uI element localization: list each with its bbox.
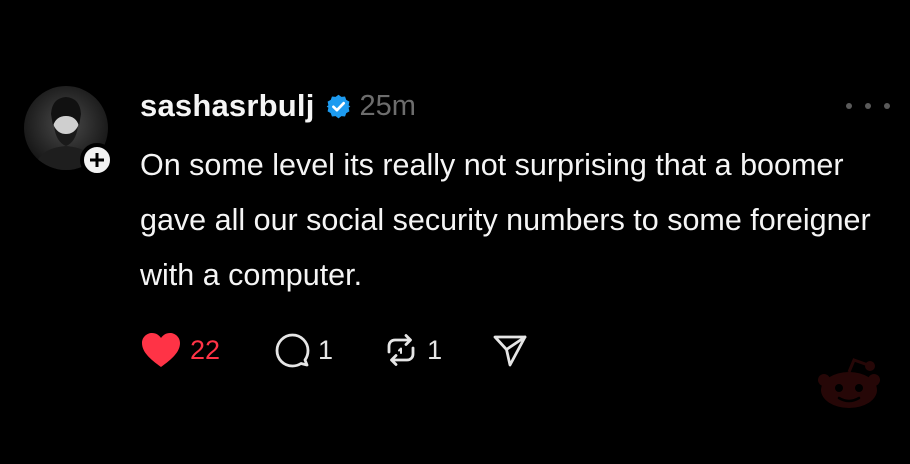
repost-button[interactable]: 1 <box>383 328 442 372</box>
repost-count: 1 <box>427 334 443 365</box>
like-button[interactable]: 22 <box>140 328 220 372</box>
post-text: On some level its really not surprising … <box>140 148 871 292</box>
more-dots-icon <box>846 103 852 109</box>
thread-post: sashasrbulj 25m On some level its really… <box>0 0 910 464</box>
reply-button[interactable]: 1 <box>274 328 333 372</box>
share-icon <box>493 335 527 367</box>
more-dots-icon <box>884 103 890 109</box>
follow-plus-button[interactable] <box>80 143 114 177</box>
plus-icon <box>90 153 104 167</box>
reply-icon <box>275 333 310 368</box>
verified-badge-icon <box>326 94 350 118</box>
like-count: 22 <box>190 334 221 365</box>
repost-icon <box>387 334 415 366</box>
reply-count: 1 <box>318 334 334 365</box>
action-bar: 22 1 1 <box>140 328 528 372</box>
reddit-watermark-icon <box>818 358 880 408</box>
post-header: sashasrbulj 25m <box>140 84 416 128</box>
more-options-button[interactable] <box>846 96 890 116</box>
share-button[interactable] <box>492 328 528 372</box>
heart-icon <box>142 333 180 367</box>
more-dots-icon <box>865 103 871 109</box>
username[interactable]: sashasrbulj <box>140 88 315 124</box>
timestamp: 25m <box>359 89 416 122</box>
